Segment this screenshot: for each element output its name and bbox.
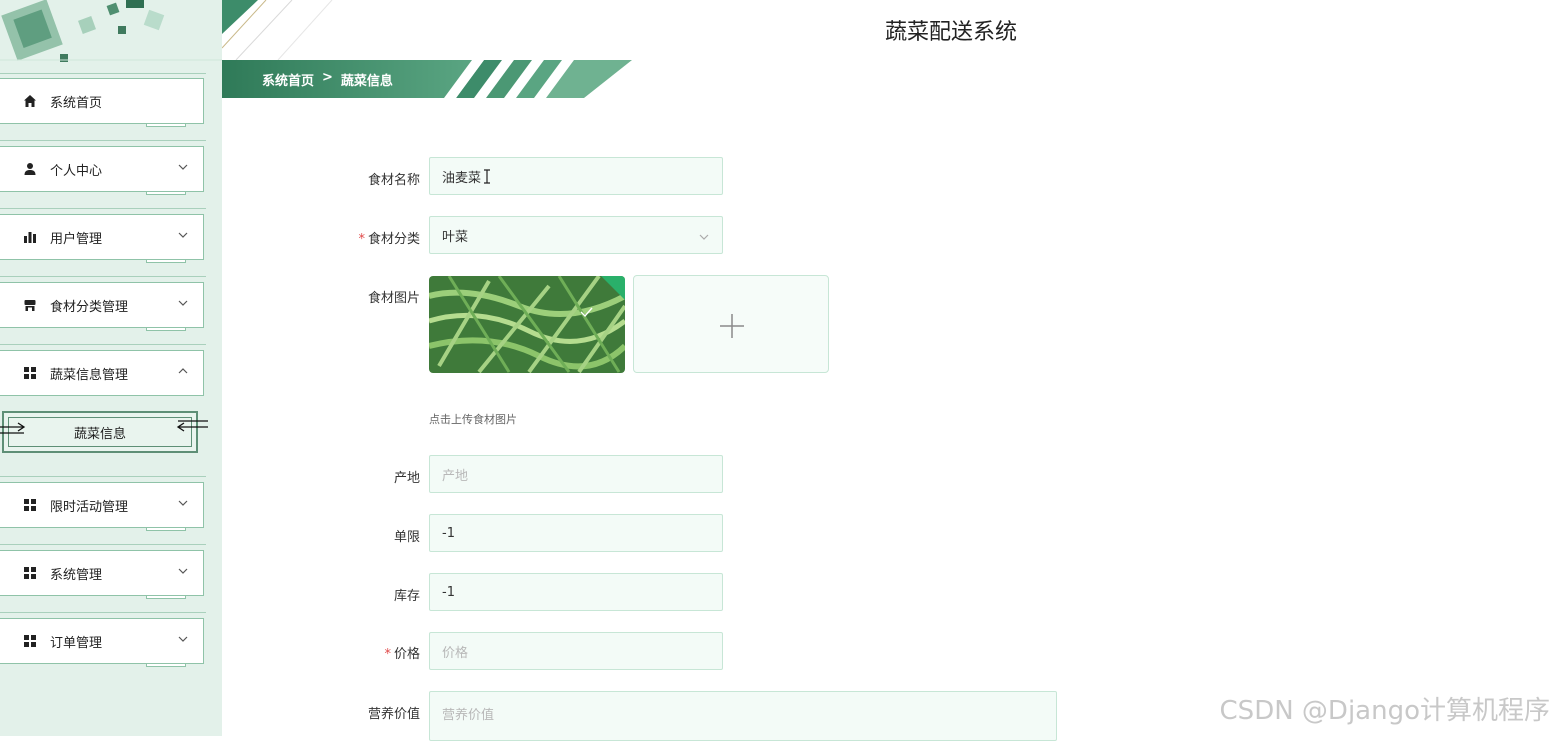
grid-icon — [22, 497, 38, 513]
arrow-left-icon — [176, 420, 208, 432]
home-icon — [22, 93, 38, 109]
breadcrumb-home[interactable]: 系统首页 — [262, 70, 314, 89]
sidebar: 系统首页 个人中心 用户管理 食材分类管理 蔬菜信息管理 蔬菜信息 限时活动管理… — [0, 0, 222, 736]
stock-value: -1 — [442, 584, 455, 600]
price-label: * 价格 — [384, 647, 420, 662]
origin-field[interactable]: 产地 — [429, 455, 723, 493]
sidebar-item-label: 限时活动管理 — [50, 499, 129, 515]
upload-tip: 点击上传食材图片 — [429, 413, 517, 426]
grid-icon — [22, 565, 38, 581]
sidebar-item-personal-center[interactable]: 个人中心 — [0, 146, 204, 192]
chevron-down-icon — [178, 300, 188, 306]
arrow-right-icon — [0, 422, 26, 434]
sidebar-item-category-management[interactable]: 食材分类管理 — [0, 282, 204, 328]
menu-tab-decoration — [146, 328, 186, 331]
price-field[interactable]: 价格 — [429, 632, 723, 670]
category-label: * 食材分类 — [358, 232, 420, 247]
menu-tab-decoration — [146, 664, 186, 667]
limit-value: -1 — [442, 525, 455, 541]
sidebar-item-system-management[interactable]: 系统管理 — [0, 550, 204, 596]
nutrition-label: 营养价值 — [367, 707, 420, 722]
sidebar-item-promo-management[interactable]: 限时活动管理 — [0, 482, 204, 528]
menu-divider — [0, 208, 206, 209]
menu-divider — [0, 344, 206, 345]
chevron-down-icon — [178, 568, 188, 574]
sidebar-item-order-management[interactable]: 订单管理 — [0, 618, 204, 664]
plus-icon — [720, 314, 744, 338]
price-placeholder: 价格 — [442, 645, 469, 661]
page-title: 蔬菜配送系统 — [884, 20, 1017, 45]
sidebar-item-label: 食材分类管理 — [50, 299, 129, 315]
name-field[interactable]: 油麦菜 — [429, 157, 723, 195]
name-label: 食材名称 — [367, 173, 420, 188]
menu-tab-decoration — [146, 260, 186, 263]
uploaded-image[interactable] — [429, 276, 625, 373]
menu-tab-decoration — [146, 596, 186, 599]
sidebar-item-label: 蔬菜信息管理 — [50, 367, 129, 383]
required-mark: * — [384, 647, 391, 662]
store-icon — [22, 297, 38, 313]
menu-tab-decoration — [146, 192, 186, 195]
sidebar-item-home[interactable]: 系统首页 — [0, 78, 204, 124]
chevron-down-icon — [699, 234, 709, 240]
breadcrumb-separator: > — [322, 70, 333, 85]
chevron-down-icon — [178, 164, 188, 170]
sidebar-item-label: 个人中心 — [50, 163, 103, 179]
grid-icon — [22, 633, 38, 649]
top-header: 蔬菜配送系统 — [222, 0, 1556, 60]
required-mark: * — [358, 232, 365, 247]
sidebar-item-label: 系统管理 — [50, 567, 103, 583]
nutrition-placeholder: 营养价值 — [442, 708, 495, 723]
watermark: CSDN @Django计算机程序 — [1219, 696, 1550, 726]
menu-divider — [0, 612, 206, 613]
menu-divider — [0, 73, 206, 74]
name-value: 油麦菜 — [442, 170, 482, 186]
text-cursor-icon — [484, 168, 491, 184]
menu-divider — [0, 544, 206, 545]
chevron-up-icon — [178, 368, 188, 374]
menu-tab-decoration — [146, 124, 186, 127]
menu-divider — [0, 476, 206, 477]
breadcrumb-current: 蔬菜信息 — [340, 74, 393, 89]
subitem-frame — [8, 417, 192, 447]
category-value: 叶菜 — [442, 229, 469, 245]
origin-placeholder: 产地 — [442, 468, 469, 484]
breadcrumb: 系统首页 > 蔬菜信息 — [262, 70, 393, 89]
sidebar-item-label: 订单管理 — [50, 635, 103, 651]
upload-button[interactable] — [633, 275, 829, 373]
sidebar-item-user-management[interactable]: 用户管理 — [0, 214, 204, 260]
chevron-down-icon — [178, 232, 188, 238]
limit-label: 单限 — [393, 530, 420, 545]
sidebar-item-label: 用户管理 — [50, 231, 103, 247]
sidebar-item-label: 系统首页 — [50, 95, 103, 111]
bar-chart-icon — [22, 229, 38, 245]
chevron-down-icon — [178, 636, 188, 642]
category-select[interactable]: 叶菜 — [429, 216, 723, 254]
sidebar-subitem-vegetable-info[interactable]: 蔬菜信息 — [2, 411, 198, 453]
menu-divider — [0, 140, 206, 141]
stock-label: 库存 — [393, 589, 420, 604]
origin-label: 产地 — [393, 471, 420, 486]
limit-field[interactable]: -1 — [429, 514, 723, 552]
vegetable-photo — [429, 276, 625, 373]
menu-tab-decoration — [146, 528, 186, 531]
nutrition-textarea[interactable]: 营养价值 — [429, 691, 1057, 741]
stock-field[interactable]: -1 — [429, 573, 723, 611]
user-icon — [22, 161, 38, 177]
sidebar-decoration — [0, 0, 222, 62]
image-label: 食材图片 — [367, 291, 420, 306]
chevron-down-icon — [178, 500, 188, 506]
menu-divider — [0, 276, 206, 277]
sidebar-item-vegetable-management[interactable]: 蔬菜信息管理 — [0, 350, 204, 396]
grid-icon — [22, 365, 38, 381]
